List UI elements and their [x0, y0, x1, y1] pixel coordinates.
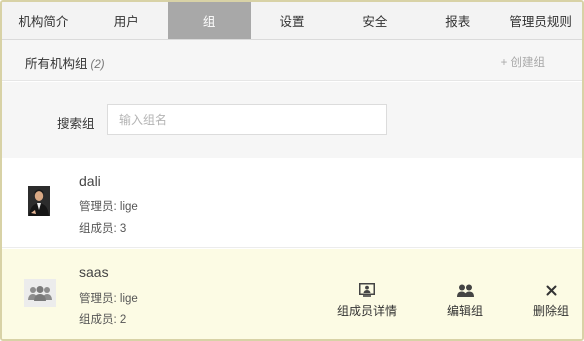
create-group-button[interactable]: + 创建组 — [501, 54, 545, 70]
group-count: (2) — [90, 59, 105, 71]
group-avatar-icon — [24, 279, 56, 307]
search-bar: 搜索组 — [2, 82, 582, 158]
delete-group-button[interactable]: 删除组 — [533, 281, 569, 319]
group-member-details-button[interactable]: 组成员详情 — [337, 281, 397, 319]
page-title-text: 所有机构组 — [25, 57, 88, 71]
tab-settings[interactable]: 设置 — [251, 2, 334, 39]
group-member-count: 组成员: 3 — [79, 223, 127, 235]
group-row-dali[interactable]: dali 管理员: lige 组成员: 3 — [2, 158, 582, 248]
tab-reports[interactable]: 报表 — [416, 2, 499, 39]
main-tab-bar: 机构简介 用户 组 设置 安全 报表 管理员规则 — [2, 2, 582, 40]
tab-org-profile[interactable]: 机构简介 — [2, 2, 85, 39]
member-details-label: 组成员详情 — [337, 304, 398, 318]
close-icon — [546, 281, 557, 299]
group-admin: 管理员: lige — [79, 293, 138, 305]
member-details-icon — [359, 281, 375, 299]
group-name[interactable]: saas — [79, 264, 109, 280]
app-frame: 机构简介 用户 组 设置 安全 报表 管理员规则 所有机构组 (2) + 创建组 … — [0, 0, 584, 341]
group-admin: 管理员: lige — [79, 201, 138, 213]
groups-header: 所有机构组 (2) + 创建组 — [2, 40, 582, 81]
photo-avatar-icon — [28, 186, 50, 216]
tab-security[interactable]: 安全 — [333, 2, 416, 39]
search-input[interactable] — [107, 104, 387, 135]
tab-users[interactable]: 用户 — [85, 2, 168, 39]
group-name[interactable]: dali — [79, 173, 101, 189]
tab-admin-rules[interactable]: 管理员规则 — [499, 2, 582, 39]
page-title: 所有机构组 (2) — [25, 53, 105, 72]
edit-group-label: 编辑组 — [447, 304, 484, 318]
search-label: 搜索组 — [57, 117, 95, 131]
users-icon — [456, 281, 474, 299]
group-member-count: 组成员: 2 — [79, 314, 127, 326]
edit-group-button[interactable]: 编辑组 — [447, 281, 483, 319]
tab-groups[interactable]: 组 — [167, 2, 251, 39]
delete-group-label: 删除组 — [533, 304, 570, 318]
group-row-saas[interactable]: saas 管理员: lige 组成员: 2 组成员详情 编辑组 删除组 — [2, 249, 582, 339]
